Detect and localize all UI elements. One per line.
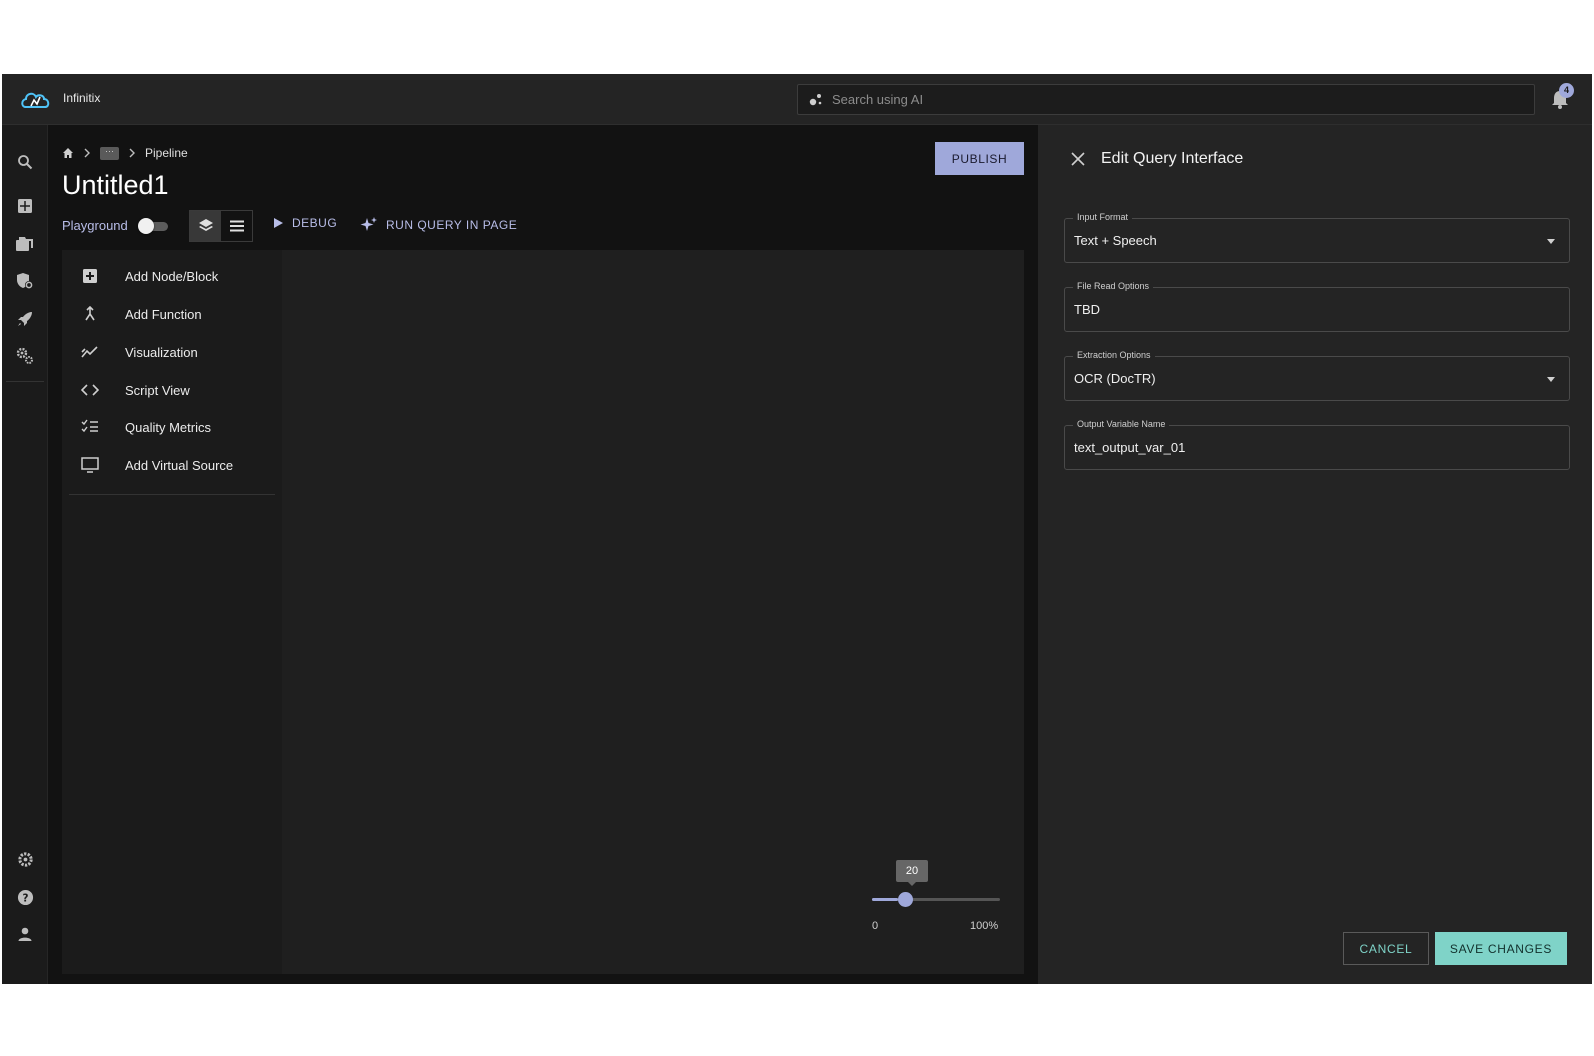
infinitix-logo-icon[interactable] <box>20 88 52 112</box>
menu-item-label: Script View <box>125 382 190 398</box>
home-icon[interactable] <box>62 147 74 159</box>
playground-toggle[interactable] <box>138 218 168 234</box>
edit-query-panel: Edit Query Interface Input Format Text +… <box>1038 125 1592 984</box>
playground-label: Playground <box>62 218 128 233</box>
layers-icon <box>198 219 213 231</box>
menu-item-visualization[interactable]: Visualization <box>62 333 282 371</box>
menu-item-add-node[interactable]: Add Node/Block <box>62 257 282 295</box>
field-label: Output Variable Name <box>1073 419 1170 429</box>
field-label: Extraction Options <box>1073 350 1155 360</box>
page-title: Untitled1 <box>62 170 169 200</box>
rail-divider <box>6 381 44 382</box>
menu-item-add-function[interactable]: Add Function <box>62 295 282 333</box>
chart-icon <box>80 342 100 362</box>
menu-item-label: Visualization <box>125 344 198 360</box>
close-icon[interactable] <box>1070 151 1086 167</box>
top-bar: Infinitix 4 <box>2 74 1592 125</box>
settings-icon[interactable] <box>15 849 35 869</box>
menu-item-label: Quality Metrics <box>125 419 211 435</box>
panel-title: Edit Query Interface <box>1101 150 1244 167</box>
chevron-right-icon <box>129 148 135 158</box>
menu-item-label: Add Virtual Source <box>125 457 234 473</box>
rocket-icon[interactable] <box>15 309 35 329</box>
input-format-select[interactable]: Input Format Text + Speech <box>1064 212 1570 263</box>
menu-divider <box>69 494 275 495</box>
slider-fill <box>872 898 898 901</box>
list-icon <box>229 220 244 232</box>
dropdown-caret-icon <box>1547 239 1555 244</box>
slider-max-label: 100% <box>970 920 999 932</box>
slider-value-tooltip: 20 <box>896 860 928 886</box>
notification-badge: 4 <box>1559 83 1574 98</box>
cancel-button[interactable]: CANCEL <box>1343 932 1429 965</box>
gears-icon[interactable] <box>15 346 35 366</box>
play-icon <box>274 218 283 228</box>
help-icon[interactable]: ? <box>15 887 35 907</box>
sparkle-icon <box>360 217 377 231</box>
run-query-label: RUN QUERY IN PAGE <box>386 218 518 232</box>
menu-item-script-view[interactable]: Script View <box>62 371 282 409</box>
breadcrumb: ··· Pipeline <box>62 144 188 162</box>
slider-thumb[interactable] <box>898 892 914 907</box>
user-icon[interactable] <box>15 924 35 944</box>
breadcrumb-current: Pipeline <box>145 146 188 160</box>
menu-item-label: Add Node/Block <box>125 268 219 284</box>
output-variable-name-field[interactable]: Output Variable Name text_output_var_01 <box>1064 419 1570 470</box>
debug-label: DEBUG <box>292 216 338 230</box>
search-icon[interactable] <box>15 152 35 172</box>
view-toggle-group <box>189 210 253 242</box>
security-icon[interactable] <box>15 271 35 291</box>
toggle-thumb <box>138 218 154 234</box>
svg-text:?: ? <box>22 892 28 904</box>
file-read-options-field[interactable]: File Read Options TBD <box>1064 281 1570 332</box>
list-view-button[interactable] <box>221 211 252 241</box>
dropdown-caret-icon <box>1547 377 1555 382</box>
ai-sparkle-icon <box>809 94 822 106</box>
breadcrumb-more-button[interactable]: ··· <box>100 146 119 160</box>
debug-button[interactable]: DEBUG <box>272 216 337 230</box>
left-nav-rail: ? <box>2 125 48 984</box>
slider-min-label: 0 <box>872 920 879 932</box>
field-value: OCR (DocTR) <box>1074 371 1156 386</box>
run-query-button[interactable]: RUN QUERY IN PAGE <box>360 216 517 234</box>
publish-button[interactable]: PUBLISH <box>935 142 1024 175</box>
menu-item-add-virtual-source[interactable]: Add Virtual Source <box>62 446 282 484</box>
brand-name: Infinitix <box>63 91 101 105</box>
field-value: TBD <box>1074 302 1100 317</box>
app-window: Infinitix 4 <box>2 74 1592 984</box>
field-label: File Read Options <box>1073 281 1154 291</box>
chevron-right-icon <box>84 148 90 158</box>
layers-view-button[interactable] <box>190 211 221 241</box>
save-changes-button[interactable]: SAVE CHANGES <box>1435 932 1567 965</box>
checklist-icon <box>80 417 100 437</box>
block-menu: Add Node/Block Add Function Visualizatio… <box>62 250 282 974</box>
menu-item-quality-metrics[interactable]: Quality Metrics <box>62 408 282 446</box>
search-input[interactable] <box>832 85 1522 114</box>
zoom-slider[interactable]: 20 0 100% <box>872 860 1012 940</box>
menu-item-label: Add Function <box>125 306 202 322</box>
field-label: Input Format <box>1073 212 1133 222</box>
dashboard-icon[interactable] <box>15 196 35 216</box>
add-box-icon <box>80 266 100 286</box>
function-icon <box>80 304 100 324</box>
code-icon <box>80 380 100 400</box>
field-value: text_output_var_01 <box>1074 440 1186 455</box>
extraction-options-select[interactable]: Extraction Options OCR (DocTR) <box>1064 350 1570 401</box>
folders-icon[interactable] <box>15 234 35 254</box>
monitor-icon <box>80 455 100 475</box>
pipeline-canvas[interactable]: Add Node/Block Add Function Visualizatio… <box>62 250 1024 974</box>
ai-search-bar[interactable] <box>797 84 1535 115</box>
field-value: Text + Speech <box>1074 233 1157 248</box>
